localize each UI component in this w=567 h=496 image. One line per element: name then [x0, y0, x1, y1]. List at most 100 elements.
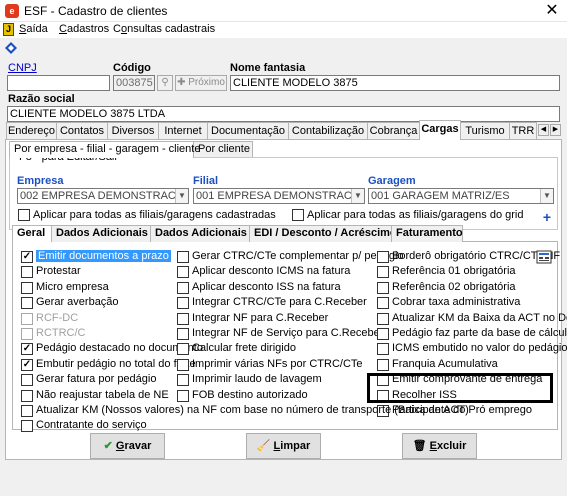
geral-col1-1-checkbox[interactable] — [21, 266, 33, 278]
geral-col1-4-checkbox — [21, 313, 33, 325]
tab-trr[interactable]: TRR — [509, 122, 537, 140]
geral-col2-5-checkbox[interactable] — [177, 328, 189, 340]
geral-col3-1-label: Referência 01 obrigatória — [392, 265, 516, 277]
codigo-label: Código — [113, 62, 151, 74]
apply-all-checkbox[interactable] — [18, 209, 30, 221]
close-icon[interactable]: ✕ — [540, 1, 564, 21]
app-logo-icon: e — [5, 4, 19, 18]
subtab-por-cliente[interactable]: Por cliente — [193, 141, 253, 158]
geral-col1-5-checkbox — [21, 328, 33, 340]
gravar-button[interactable]: ✔ Gravar — [90, 433, 165, 459]
geral-col1-9-checkbox[interactable] — [21, 390, 33, 402]
tab-contabilizacao[interactable]: Contabilização — [288, 122, 368, 140]
geral-col3-1-checkbox[interactable] — [377, 266, 389, 278]
geral-col2-9-checkbox[interactable] — [177, 390, 189, 402]
geral-col3-4-checkbox[interactable] — [377, 313, 389, 325]
geral-wide-1-checkbox[interactable] — [21, 420, 33, 432]
empresa-label: Empresa — [17, 175, 64, 187]
razao-social-field[interactable]: CLIENTE MODELO 3875 LTDA — [7, 106, 560, 122]
geral-col3-2-label: Referência 02 obrigatória — [392, 281, 516, 293]
diamond-icon[interactable] — [5, 42, 17, 54]
geral-col3-5-checkbox[interactable] — [377, 328, 389, 340]
subtab-por-empresa[interactable]: Por empresa - filial - garagem - cliente — [9, 141, 200, 158]
geral-col3-3-label: Cobrar taxa administrativa — [392, 296, 521, 308]
tab-endereco[interactable]: Endereço — [6, 122, 57, 140]
geral-col1-8-checkbox[interactable] — [21, 374, 33, 386]
geral-col1-0-label: Emitir documentos a prazo — [36, 250, 171, 262]
geral-col2-8-checkbox[interactable] — [177, 374, 189, 386]
garagem-select[interactable]: 001 GARAGEM MATRIZ/ES ▼ — [368, 188, 554, 204]
binoculars-icon[interactable]: ⚲ — [157, 75, 173, 91]
geral-col3-4-label: Atualizar KM da Baixa da ACT no Docto — [392, 312, 567, 324]
proximo-button[interactable]: ✚ Próximo — [175, 75, 227, 91]
tab-diversos[interactable]: Diversos — [107, 122, 159, 140]
tab-dados-adicionais-1[interactable]: Dados Adicionais 1 — [51, 225, 157, 242]
chevron-down-icon: ▼ — [175, 189, 188, 203]
tab-cargas[interactable]: Cargas — [419, 120, 461, 140]
tab-contatos[interactable]: Contatos — [56, 122, 108, 140]
tab-turismo[interactable]: Turismo — [460, 122, 510, 140]
geral-col1-8-label: Gerar fatura por pedágio — [36, 373, 157, 385]
apply-all-label: Aplicar para todas as filiais/garagens c… — [33, 209, 276, 221]
limpar-button[interactable]: 🧹 Limpar — [246, 433, 321, 459]
tab-internet[interactable]: Internet — [158, 122, 208, 140]
geral-col3-6-checkbox[interactable] — [377, 343, 389, 355]
tab-geral[interactable]: Geral — [12, 225, 52, 242]
tab-dados-adicionais-2[interactable]: Dados Adicionais 2 — [150, 225, 256, 242]
tab-scroll-right-icon[interactable]: ▶ — [550, 124, 561, 136]
geral-col2-4-checkbox[interactable] — [177, 313, 189, 325]
broom-icon: 🧹 — [256, 440, 271, 452]
chevron-down-icon: ▼ — [540, 189, 553, 203]
geral-col1-2-label: Micro empresa — [36, 281, 109, 293]
geral-col1-3-checkbox[interactable] — [21, 297, 33, 309]
empresa-select[interactable]: 002 EMPRESA DEMONSTRACAO ▼ — [17, 188, 189, 204]
geral-col2-1-label: Aplicar desconto ICMS na fatura — [192, 265, 351, 277]
geral-col3-2-checkbox[interactable] — [377, 282, 389, 294]
geral-col2-7-label: Imprimir várias NFs por CTRC/CTe — [192, 358, 363, 370]
geral-col2-1-checkbox[interactable] — [177, 266, 189, 278]
geral-col2-0-checkbox[interactable] — [177, 251, 189, 263]
tab-faturamento[interactable]: Faturamento — [391, 225, 463, 242]
filial-select[interactable]: 001 EMPRESA DEMONSTRACAO ▼ — [193, 188, 365, 204]
codigo-field[interactable]: 003875 — [113, 75, 155, 91]
menu-saida[interactable]: Saída — [19, 23, 48, 35]
tab-scroll-left-icon[interactable]: ◀ — [538, 124, 549, 136]
geral-wide-0-checkbox[interactable] — [21, 405, 33, 417]
highlight-box — [367, 373, 553, 403]
geral-col2-3-checkbox[interactable] — [177, 297, 189, 309]
apply-grid-checkbox[interactable] — [292, 209, 304, 221]
add-icon[interactable]: + — [540, 210, 554, 224]
geral-col1-0-checkbox[interactable]: ✓ — [21, 251, 33, 263]
report-icon[interactable] — [536, 250, 552, 264]
geral-col2-8-label: Imprimir laudo de lavagem — [192, 373, 322, 385]
geral-col3-7-checkbox[interactable] — [377, 359, 389, 371]
geral-wide-1-label: Contratante do serviço — [36, 419, 147, 431]
geral-col2-3-label: Integrar CTRC/CTe para C.Receber — [192, 296, 367, 308]
menu-cadastros[interactable]: Cadastros — [59, 23, 109, 35]
geral-col2-5-label: Integrar NF de Serviço para C.Receber — [192, 327, 384, 339]
cnpj-link[interactable]: CNPJ — [8, 62, 37, 74]
geral-col3-0-checkbox[interactable] — [377, 251, 389, 263]
geral-col1-2-checkbox[interactable] — [21, 282, 33, 294]
tab-edi-desconto[interactable]: EDI / Desconto / Acréscimo — [249, 225, 397, 242]
geral-col2-7-checkbox[interactable] — [177, 359, 189, 371]
geral-wide-0-label: Atualizar KM (Nossos valores) na NF com … — [36, 404, 469, 416]
tab-cobranca[interactable]: Cobrança — [367, 122, 420, 140]
geral-col3-3-checkbox[interactable] — [377, 297, 389, 309]
cnpj-field[interactable] — [7, 75, 110, 91]
nome-fantasia-field[interactable]: CLIENTE MODELO 3875 — [230, 75, 560, 91]
geral-col2-0-label: Gerar CTRC/CTe complementar p/ pedágio — [192, 250, 404, 262]
geral-col1-4-label: RCF-DC — [36, 312, 79, 324]
geral-col3-5-label: Pedágio faz parte da base de cálculo — [392, 327, 567, 339]
geral-col1-3-label: Gerar averbação — [36, 296, 119, 308]
menu-consultas-cadastrais[interactable]: Consultas cadastrais — [113, 23, 215, 35]
chevron-down-icon: ▼ — [351, 189, 364, 203]
check-icon: ✔ — [103, 440, 113, 452]
geral-col3-6-label: ICMS embutido no valor do pedágio — [392, 342, 567, 354]
excluir-button[interactable]: 🗑 Excluir — [402, 433, 477, 459]
geral-col1-7-checkbox[interactable]: ✓ — [21, 359, 33, 371]
geral-col2-6-checkbox[interactable] — [177, 343, 189, 355]
tab-documentacao[interactable]: Documentação — [207, 122, 289, 140]
geral-col1-6-checkbox[interactable]: ✓ — [21, 343, 33, 355]
geral-col2-2-checkbox[interactable] — [177, 282, 189, 294]
